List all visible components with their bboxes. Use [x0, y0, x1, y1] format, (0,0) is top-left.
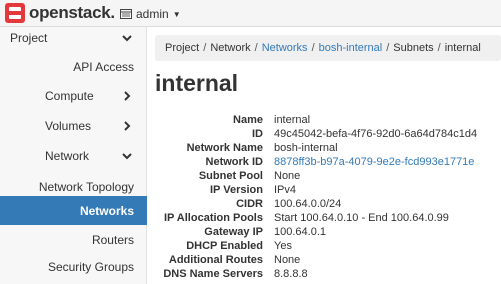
sidebar-item-label: Network Topology	[38, 180, 134, 194]
detail-label: Additional Routes	[168, 254, 263, 266]
breadcrumb-separator: /	[437, 42, 441, 54]
detail-value: Yes	[274, 240, 292, 252]
project-selector[interactable]: admin ▼	[120, 6, 181, 22]
sidebar-item-api-access[interactable]: API Access	[0, 56, 147, 78]
detail-row-dns-name-servers: DNS Name Servers 8.8.8.8	[147, 268, 501, 282]
chevron-down-icon	[122, 35, 132, 42]
detail-row-dhcp-enabled: DHCP Enabled Yes	[147, 240, 501, 254]
chevron-down-icon	[122, 153, 132, 160]
openstack-logo[interactable]: openstack.	[5, 3, 115, 23]
detail-row-ip-version: IP Version IPv4	[147, 184, 501, 198]
sidebar-item-label: Volumes	[45, 119, 92, 133]
breadcrumb-separator: /	[386, 42, 390, 54]
detail-row-network-name: Network Name bosh-internal	[147, 142, 501, 156]
detail-value: internal	[274, 114, 311, 126]
sidebar-item-label: Routers	[91, 233, 134, 247]
network-id-link[interactable]: 8878ff3b-b97a-4079-9e2e-fcd993e1771e	[274, 156, 474, 168]
sidebar-item-network-topology[interactable]: Network Topology	[0, 176, 147, 198]
breadcrumb-project: Project	[165, 42, 200, 54]
chevron-right-icon	[124, 91, 131, 101]
detail-label: IP Allocation Pools	[163, 212, 263, 224]
detail-label: Network Name	[186, 142, 263, 154]
detail-label: Network ID	[205, 156, 263, 168]
breadcrumb-separator: /	[203, 42, 207, 54]
detail-row-network-id: Network ID 8878ff3b-b97a-4079-9e2e-fcd99…	[147, 156, 501, 170]
breadcrumb-bosh-internal-link[interactable]: bosh-internal	[319, 42, 383, 54]
top-navbar: openstack. admin ▼	[0, 0, 501, 27]
detail-label: DNS Name Servers	[163, 268, 263, 280]
sidebar-item-label: Network	[45, 149, 90, 163]
sidebar-item-volumes[interactable]: Volumes	[0, 115, 147, 137]
detail-row-additional-routes: Additional Routes None	[147, 254, 501, 268]
sidebar-item-label: Security Groups	[47, 260, 134, 274]
sidebar-item-project[interactable]: Project	[0, 27, 147, 49]
project-icon	[120, 9, 132, 19]
detail-label: ID	[252, 128, 263, 140]
detail-row-ip-allocation-pools: IP Allocation Pools Start 100.64.0.10 - …	[147, 212, 501, 226]
breadcrumb-current: internal	[444, 42, 481, 54]
detail-value: Start 100.64.0.10 - End 100.64.0.99	[274, 212, 449, 224]
sidebar-item-routers[interactable]: Routers	[0, 229, 147, 251]
detail-value: None	[274, 170, 301, 182]
detail-row-id: ID 49c45042-befa-4f76-92d0-6a64d784c1d4	[147, 128, 501, 142]
breadcrumb-subnets: Subnets	[393, 42, 434, 54]
detail-label: IP Version	[210, 184, 263, 196]
detail-row-name: Name internal	[147, 114, 501, 128]
detail-row-cidr: CIDR 100.64.0.0/24	[147, 198, 501, 212]
detail-label: CIDR	[236, 198, 263, 210]
chevron-right-icon	[124, 121, 131, 131]
breadcrumb-separator: /	[254, 42, 258, 54]
breadcrumb-separator: /	[311, 42, 315, 54]
logo-text: openstack.	[29, 3, 115, 22]
page-title: internal	[155, 70, 239, 96]
sidebar-item-label: API Access	[73, 60, 134, 74]
detail-label: Gateway IP	[204, 226, 263, 238]
detail-row-gateway-ip: Gateway IP 100.64.0.1	[147, 226, 501, 240]
sidebar-item-label: Networks	[79, 204, 134, 218]
detail-value: 100.64.0.0/24	[274, 198, 342, 210]
sidebar-item-label: Compute	[45, 89, 94, 103]
caret-down-icon: ▼	[172, 9, 181, 19]
detail-value: 100.64.0.1	[274, 226, 326, 238]
detail-value: 8.8.8.8	[274, 268, 308, 280]
breadcrumb-network: Network	[210, 42, 251, 54]
openstack-logo-icon	[5, 3, 25, 23]
breadcrumb: Project / Network / Networks / bosh-inte…	[155, 35, 501, 61]
detail-label: Name	[233, 114, 263, 126]
sidebar-item-network[interactable]: Network	[0, 145, 147, 167]
sidebar-item-compute[interactable]: Compute	[0, 85, 147, 107]
detail-value: IPv4	[274, 184, 297, 196]
detail-label: DHCP Enabled	[186, 240, 263, 252]
detail-value: None	[274, 254, 301, 266]
detail-label: Subnet Pool	[198, 170, 263, 182]
detail-row-subnet-pool: Subnet Pool None	[147, 170, 501, 184]
detail-value: bosh-internal	[274, 142, 338, 154]
main-content: Project / Network / Networks / bosh-inte…	[147, 27, 501, 284]
sidebar-item-networks[interactable]: Networks	[0, 196, 147, 225]
sidebar-item-security-groups[interactable]: Security Groups	[0, 256, 147, 278]
project-name: admin	[136, 7, 169, 21]
sidebar: Project API Access Compute Volumes Netwo…	[0, 27, 147, 284]
breadcrumb-networks-link[interactable]: Networks	[262, 42, 308, 54]
detail-value: 49c45042-befa-4f76-92d0-6a64d784c1d4	[274, 128, 478, 140]
sidebar-item-label: Project	[10, 31, 48, 45]
